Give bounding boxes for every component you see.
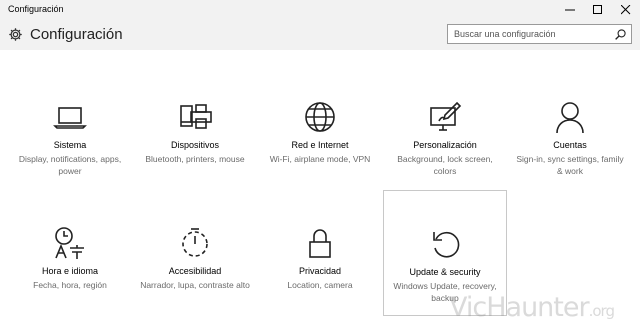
tile-privacidad[interactable]: Privacidad Location, camera <box>258 190 382 316</box>
tile-hora-e-idioma[interactable]: Hora e idioma Fecha, hora, región <box>8 190 132 316</box>
tile-label: Accesibilidad <box>168 266 222 276</box>
tile-description: Display, notifications, apps, power <box>18 154 122 176</box>
tile-description: Background, lock screen, colors <box>397 154 493 176</box>
watermark-suffix: .org <box>588 302 615 320</box>
globe-icon <box>302 100 338 134</box>
maximize-button[interactable] <box>584 0 612 20</box>
window-title: Configuración <box>8 4 64 14</box>
devices-printer-icon <box>177 100 213 134</box>
tile-label: Dispositivos <box>170 140 219 150</box>
tile-label: Sistema <box>53 140 87 150</box>
tile-description: Sign-in, sync settings, family & work <box>516 154 624 176</box>
paint-monitor-icon <box>427 100 463 134</box>
tile-label: Cuentas <box>553 140 587 150</box>
lock-icon <box>302 226 338 260</box>
tile-cuentas[interactable]: Cuentas Sign-in, sync settings, family &… <box>508 64 632 190</box>
minimize-button[interactable] <box>556 0 584 20</box>
search-input[interactable]: Buscar una configuración <box>447 24 632 44</box>
tile-label: Hora e idioma <box>41 266 99 276</box>
tile-sistema[interactable]: Sistema Display, notifications, apps, po… <box>8 64 132 190</box>
page-title: Configuración <box>30 26 123 43</box>
tile-label: Privacidad <box>298 266 342 276</box>
search-placeholder: Buscar una configuración <box>454 29 556 39</box>
close-button[interactable] <box>612 0 640 20</box>
title-bar: Configuración <box>0 0 640 20</box>
watermark-text: VicHaunter <box>449 292 590 323</box>
tile-description: Narrador, lupa, contraste alto <box>140 280 250 290</box>
tile-dispositivos[interactable]: Dispositivos Bluetooth, printers, mouse <box>133 64 257 190</box>
tile-description: Location, camera <box>287 280 353 290</box>
tile-personalizacion[interactable]: Personalización Background, lock screen,… <box>383 64 507 190</box>
tile-red-e-internet[interactable]: Red e Internet Wi-Fi, airplane mode, VPN <box>258 64 382 190</box>
tile-label: Update & security <box>409 267 481 277</box>
settings-grid: Sistema Display, notifications, apps, po… <box>0 50 640 327</box>
gear-icon <box>8 27 23 47</box>
tile-description: Fecha, hora, región <box>33 280 107 290</box>
laptop-icon <box>52 100 88 134</box>
person-icon <box>552 100 588 134</box>
settings-header: Configuración Buscar una configuración <box>0 20 640 50</box>
tile-description: Bluetooth, printers, mouse <box>145 154 245 164</box>
tile-label: Red e Internet <box>291 140 349 150</box>
tile-description: Wi-Fi, airplane mode, VPN <box>269 154 371 164</box>
tile-label: Personalización <box>413 140 477 150</box>
accessibility-timer-icon <box>177 226 213 260</box>
time-language-icon <box>52 226 88 260</box>
refresh-icon <box>428 227 464 261</box>
search-icon[interactable] <box>614 28 627 46</box>
watermark: VicHaunter.org <box>449 292 615 323</box>
tile-accesibilidad[interactable]: Accesibilidad Narrador, lupa, contraste … <box>133 190 257 316</box>
